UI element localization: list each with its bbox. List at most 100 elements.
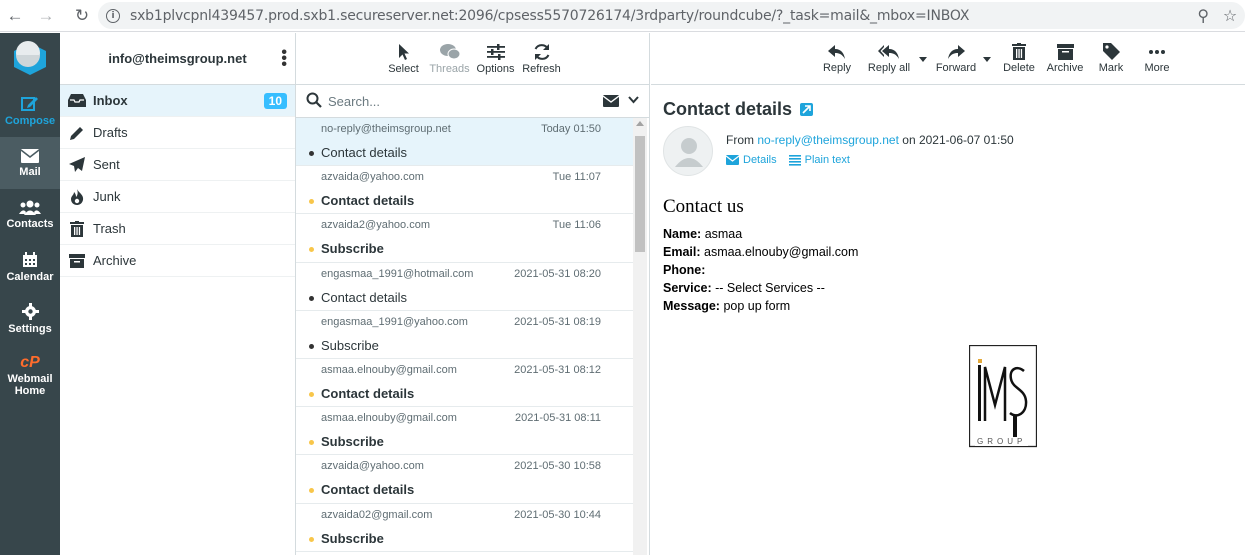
message-row[interactable]: asmaa.elnouby@gmail.com 2021-05-31 08:12 C…: [296, 359, 633, 408]
search-input[interactable]: Search...: [328, 94, 380, 109]
reply-all-button[interactable]: Reply all: [861, 44, 927, 74]
mail-button[interactable]: Mail: [0, 137, 60, 189]
contacts-button[interactable]: Contacts: [0, 189, 60, 241]
envelope-filter-icon[interactable]: [602, 95, 620, 110]
open-external-icon[interactable]: [800, 103, 814, 116]
url-text[interactable]: sxb1plvcpnl439457.prod.sxb1.secureserver…: [130, 8, 969, 24]
unread-dot-icon[interactable]: [309, 440, 314, 446]
mail-label: Mail: [19, 165, 41, 178]
forward-label: Forward: [935, 61, 977, 74]
message-row[interactable]: azvaida@yahoo.com 2021-05-30 10:58 Contact…: [296, 455, 633, 504]
bookmark-star-icon[interactable]: ☆: [1223, 6, 1237, 25]
message-from: asmaa.elnouby@gmail.com: [321, 363, 457, 376]
folder-pane: info@theimsgroup.net • • • Inbox 10 Drafts…: [60, 33, 296, 555]
plain-text-link[interactable]: Plain text: [788, 154, 850, 166]
forward-arrow-icon[interactable]: →: [33, 3, 59, 29]
archive-icon: [1056, 43, 1074, 60]
field-service: Service: -- Select Services --: [663, 281, 825, 295]
refresh-label: Refresh: [522, 62, 561, 75]
message-date: Today 01:50: [541, 123, 601, 135]
folder-label: Archive: [93, 253, 137, 268]
delete-button[interactable]: Delete: [997, 43, 1041, 74]
folder-trash[interactable]: Trash: [60, 213, 295, 245]
folder-archive[interactable]: Archive: [60, 245, 295, 277]
search-bar[interactable]: Search...: [296, 85, 649, 118]
compose-button[interactable]: Compose: [0, 85, 60, 137]
message-subject: Subscribe: [321, 241, 384, 257]
message-date: 2021-05-30 10:58: [514, 460, 601, 473]
folder-drafts[interactable]: Drafts: [60, 117, 295, 149]
forward-dropdown-icon[interactable]: [983, 56, 991, 62]
message-row[interactable]: engasmaa_1991@yahoo.com 2021-05-31 08:19 S…: [296, 311, 633, 359]
from-address-link[interactable]: no-reply@theimsgroup.net: [757, 133, 899, 147]
read-dot-icon[interactable]: [309, 343, 314, 349]
list-toolbar: Select Threads Options Refresh: [296, 33, 649, 85]
read-dot-icon[interactable]: [309, 295, 314, 301]
folder-sent[interactable]: Sent: [60, 149, 295, 181]
message-subject: Subscribe: [321, 434, 384, 450]
message-subject: Contact details: [321, 385, 415, 401]
envelope-icon: [726, 155, 739, 165]
trash-icon: [1012, 43, 1026, 60]
message-row[interactable]: azvaida@yahoo.com Tue 11:07 Contact detail…: [296, 166, 633, 215]
message-row[interactable]: asmaa.elnouby@gmail.com 2021-05-31 08:11 S…: [296, 407, 633, 456]
message-row[interactable]: azvaida2@yahoo.com Tue 11:06 Subscribe: [296, 214, 633, 263]
archive-icon: [68, 253, 86, 268]
mark-button[interactable]: Mark: [1089, 43, 1133, 74]
message-row[interactable]: no-reply@theimsgroup.net Today 01:50 Conta…: [296, 118, 633, 167]
logo-group-text: GROUP: [975, 437, 1029, 446]
kebab-menu-icon[interactable]: • • •: [281, 45, 287, 73]
message-from: no-reply@theimsgroup.net: [321, 123, 451, 135]
calendar-button[interactable]: Calendar: [0, 241, 60, 293]
chevron-down-icon[interactable]: [628, 93, 639, 107]
message-row[interactable]: engasmaa_1991@hotmail.com 2021-05-31 08:2…: [296, 263, 633, 311]
reload-icon[interactable]: ↻: [69, 3, 95, 29]
threads-icon: [439, 43, 460, 59]
subject-text: Contact details: [663, 99, 793, 119]
envelope-icon: [21, 148, 39, 163]
zoom-icon[interactable]: ⚲: [1197, 6, 1209, 25]
select-button[interactable]: Select: [383, 43, 425, 75]
settings-button[interactable]: Settings: [0, 293, 60, 345]
message-subject: Contact details: [663, 99, 814, 120]
folder-inbox[interactable]: Inbox 10: [60, 85, 295, 117]
refresh-button[interactable]: Refresh: [521, 43, 563, 75]
roundcube-logo[interactable]: [0, 33, 60, 85]
delete-label: Delete: [1003, 62, 1035, 74]
paper-plane-icon: [68, 156, 86, 173]
archive-button[interactable]: Archive: [1043, 43, 1087, 74]
more-label: More: [1144, 62, 1170, 74]
message-subject: Contact details: [321, 145, 407, 160]
address-bar[interactable]: i sxb1plvcpnl439457.prod.sxb1.secureserv…: [98, 2, 1245, 29]
cursor-icon: [398, 43, 409, 60]
reply-all-dropdown-icon[interactable]: [919, 56, 927, 62]
unread-dot-icon[interactable]: [309, 199, 314, 205]
unread-dot-icon[interactable]: [309, 488, 314, 494]
back-arrow-icon[interactable]: ←: [2, 3, 28, 29]
options-button[interactable]: Options: [475, 43, 517, 75]
webmail-home-button[interactable]: cP Webmail Home: [0, 345, 60, 405]
scroll-up-arrow-icon[interactable]: [636, 121, 644, 126]
message-list-pane: Select Threads Options Refresh Search...…: [296, 33, 650, 555]
list-scrollbar[interactable]: [633, 118, 647, 555]
details-link[interactable]: Details: [726, 154, 777, 166]
forward-button[interactable]: Forward: [927, 44, 991, 74]
site-info-icon[interactable]: i: [106, 8, 120, 23]
more-button[interactable]: More: [1135, 43, 1179, 74]
read-dot-icon[interactable]: [309, 151, 314, 156]
message-subject: Contact details: [321, 193, 415, 209]
folder-label: Trash: [93, 221, 126, 236]
unread-dot-icon[interactable]: [309, 391, 314, 397]
pencil-icon: [68, 125, 86, 141]
threads-button[interactable]: Threads: [429, 43, 471, 75]
folder-junk[interactable]: Junk: [60, 181, 295, 213]
cpanel-icon: cP: [20, 353, 40, 371]
account-header: info@theimsgroup.net • • •: [60, 33, 295, 85]
unread-dot-icon[interactable]: [309, 247, 314, 253]
scrollbar-thumb[interactable]: [635, 136, 645, 252]
compose-label: Compose: [4, 115, 56, 127]
message-row[interactable]: azvaida02@gmail.com 2021-05-30 10:44 Subsc…: [296, 504, 633, 552]
unread-dot-icon[interactable]: [309, 536, 314, 542]
select-label: Select: [388, 62, 419, 75]
reply-button[interactable]: Reply: [815, 44, 859, 74]
